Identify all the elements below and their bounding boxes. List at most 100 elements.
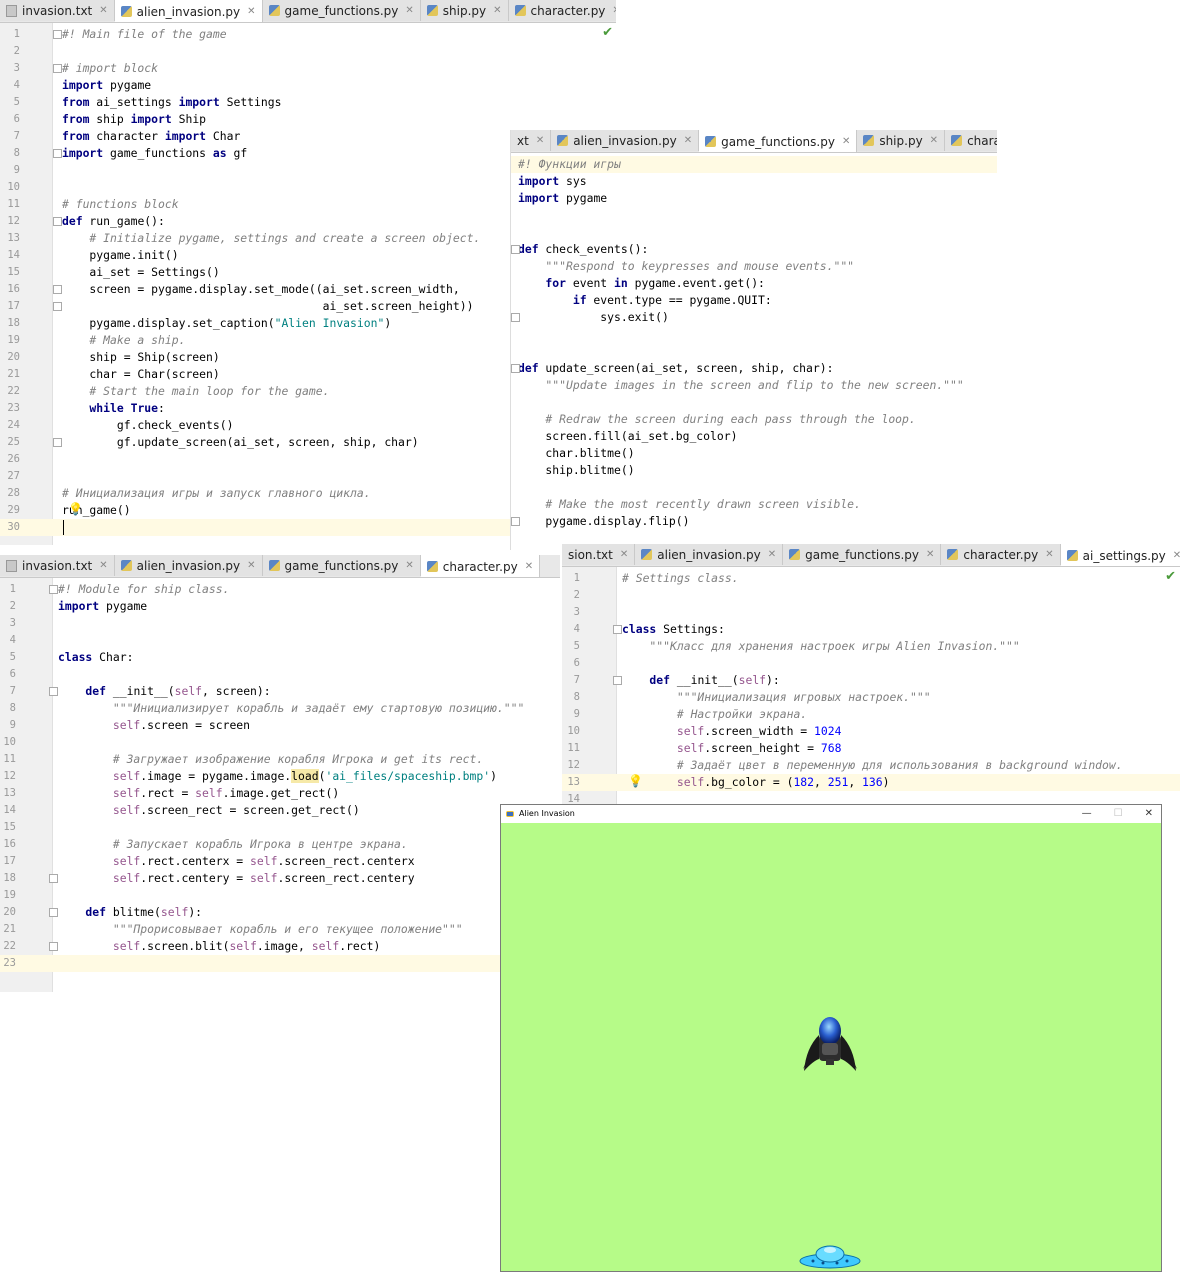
close-tab-icon[interactable]: ✕ xyxy=(247,560,255,571)
code-editor[interactable]: #! Функции игры import sys import pygame de… xyxy=(511,153,997,550)
window-titlebar[interactable]: Alien Invasion — ☐ ✕ xyxy=(501,805,1161,822)
fold-marker-icon[interactable] xyxy=(53,64,62,73)
code-text: # import block xyxy=(62,61,159,75)
tab-0[interactable]: sion.txt ✕ xyxy=(562,544,636,565)
line-number: 11 xyxy=(3,753,16,765)
tab-0[interactable]: invasion.txt ✕ xyxy=(0,0,115,21)
fold-marker-icon[interactable] xyxy=(511,517,520,526)
code-line: def check_events(): xyxy=(511,241,997,258)
tab-3[interactable]: ship.py ✕ xyxy=(420,0,509,21)
close-tab-icon[interactable]: ✕ xyxy=(1173,550,1180,561)
code-line: import sys xyxy=(511,173,997,190)
python-file-icon xyxy=(426,561,438,572)
txt-file-icon xyxy=(6,559,17,572)
close-tab-icon[interactable]: ✕ xyxy=(536,135,544,146)
code-text: self.screen_height = 768 xyxy=(622,741,842,755)
tab-1[interactable]: alien_invasion.py ✕ xyxy=(551,130,700,151)
tab-3[interactable]: ship.py ✕ xyxy=(857,130,946,151)
code-line: 4 class Settings: xyxy=(562,621,1180,638)
code-line: """Respond to keypresses and mouse event… xyxy=(511,258,997,275)
fold-marker-icon[interactable] xyxy=(511,245,520,254)
fold-marker-icon[interactable] xyxy=(53,149,62,158)
fold-marker-icon[interactable] xyxy=(49,908,58,917)
tab-3[interactable]: character.py ✕ xyxy=(420,555,541,577)
line-number: 4 xyxy=(13,79,20,91)
tab-0[interactable]: invasion.txt ✕ xyxy=(0,555,115,576)
txt-file-icon xyxy=(6,4,17,17)
intention-bulb-icon[interactable]: 💡 xyxy=(628,774,643,788)
code-text: """Инициализация игровых настроек.""" xyxy=(622,690,931,704)
fold-marker-icon[interactable] xyxy=(511,364,520,373)
close-tab-icon[interactable]: ✕ xyxy=(930,135,938,146)
game-scene xyxy=(799,1017,861,1269)
close-tab-icon[interactable]: ✕ xyxy=(247,6,255,17)
tab-2[interactable]: game_functions.py ✕ xyxy=(262,0,421,21)
code-editor[interactable]: ✔ 1 # Settings class. 2 3 4 class Settings: 5 … xyxy=(562,567,1180,804)
line-number: 26 xyxy=(7,453,20,465)
fold-marker-icon[interactable] xyxy=(53,30,62,39)
python-file-icon xyxy=(514,5,526,16)
close-tab-icon[interactable]: ✕ xyxy=(99,5,107,16)
fold-marker-icon[interactable] xyxy=(53,438,62,447)
close-tab-icon[interactable]: ✕ xyxy=(612,5,616,16)
code-text: import pygame xyxy=(62,78,152,92)
line-number: 13 xyxy=(7,232,20,244)
tab-4[interactable]: character.py ✕ xyxy=(508,0,616,21)
line-number: 3 xyxy=(9,617,16,629)
line-number: 5 xyxy=(573,640,580,652)
close-tab-icon[interactable]: ✕ xyxy=(926,549,934,560)
close-tab-icon[interactable]: ✕ xyxy=(1045,549,1053,560)
code-text: """Respond to keypresses and mouse event… xyxy=(518,259,855,273)
line-number: 12 xyxy=(3,770,16,782)
code-line: def update_screen(ai_set, screen, ship, … xyxy=(511,360,997,377)
close-tab-icon[interactable]: ✕ xyxy=(525,561,533,572)
tab-4[interactable]: character✕ xyxy=(945,130,997,151)
fold-marker-icon[interactable] xyxy=(53,285,62,294)
tab-2[interactable]: game_functions.py ✕ xyxy=(783,544,942,565)
close-tab-icon[interactable]: ✕ xyxy=(405,560,413,571)
line-number: 21 xyxy=(7,368,20,380)
fold-marker-icon[interactable] xyxy=(53,302,62,311)
tab-2[interactable]: game_functions.py ✕ xyxy=(262,555,421,576)
window-title: Alien Invasion xyxy=(519,809,575,818)
pygame-window[interactable]: Alien Invasion — ☐ ✕ xyxy=(500,804,1162,1272)
fold-marker-icon[interactable] xyxy=(49,874,58,883)
close-tab-icon[interactable]: ✕ xyxy=(99,560,107,571)
close-button[interactable]: ✕ xyxy=(1145,808,1153,819)
code-line: 9 self.screen = screen xyxy=(0,717,560,734)
close-tab-icon[interactable]: ✕ xyxy=(768,549,776,560)
tab-2[interactable]: game_functions.py ✕ xyxy=(699,130,858,152)
close-tab-icon[interactable]: ✕ xyxy=(405,5,413,16)
intention-bulb-icon[interactable]: 💡 xyxy=(68,502,83,516)
fold-marker-icon[interactable] xyxy=(511,313,520,322)
tab-1[interactable]: alien_invasion.py ✕ xyxy=(635,544,784,565)
tab-3[interactable]: character.py ✕ xyxy=(941,544,1061,565)
close-tab-icon[interactable]: ✕ xyxy=(620,549,628,560)
tab-1[interactable]: alien_invasion.py ✕ xyxy=(114,555,263,576)
code-line: 1 #! Main file of the game xyxy=(0,26,616,43)
fold-marker-icon[interactable] xyxy=(613,676,622,685)
maximize-button[interactable]: ☐ xyxy=(1114,808,1123,819)
line-number: 9 xyxy=(573,708,580,720)
fold-marker-icon[interactable] xyxy=(49,687,58,696)
code-line: 12 self.image = pygame.image.load('ai_fi… xyxy=(0,768,560,785)
code-line: 5 """Класс для хранения настроек игры Al… xyxy=(562,638,1180,655)
code-editor[interactable]: 1 #! Module for ship class. 2 import pygame… xyxy=(0,578,560,992)
fold-marker-icon[interactable] xyxy=(53,217,62,226)
tab-bar: invasion.txt ✕ alien_invasion.py ✕ game_func… xyxy=(0,0,616,23)
code-line: 17 self.rect.centerx = self.screen_rect.… xyxy=(0,853,560,870)
tab-0[interactable]: xt ✕ xyxy=(511,130,552,151)
tab-4[interactable]: ai_settings.py ✕ xyxy=(1060,544,1180,566)
line-number: 6 xyxy=(13,113,20,125)
close-tab-icon[interactable]: ✕ xyxy=(684,135,692,146)
fold-marker-icon[interactable] xyxy=(49,942,58,951)
minimize-button[interactable]: — xyxy=(1082,808,1092,819)
close-tab-icon[interactable]: ✕ xyxy=(493,5,501,16)
fold-marker-icon[interactable] xyxy=(49,585,58,594)
tab-label: ship.py xyxy=(879,133,923,148)
code-line: for event in pygame.event.get(): xyxy=(511,275,997,292)
tab-1[interactable]: alien_invasion.py ✕ xyxy=(114,0,263,22)
close-tab-icon[interactable]: ✕ xyxy=(842,136,850,147)
fold-marker-icon[interactable] xyxy=(613,625,622,634)
